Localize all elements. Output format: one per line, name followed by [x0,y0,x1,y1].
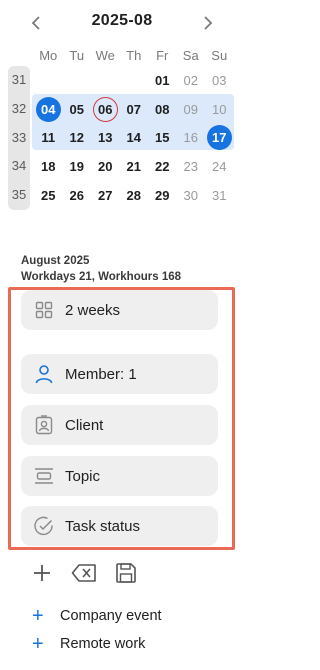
day-cell[interactable]: 23 [177,152,206,181]
week-number[interactable]: 33 [8,124,30,153]
week-row: 11 12 13 14 15 16 17 [34,124,234,153]
add-company-event-link[interactable]: + Company event [32,604,162,628]
day-cell[interactable]: 10 [205,95,234,124]
backspace-icon [71,564,96,582]
weekday-label: Tu [69,48,85,63]
member-filter[interactable]: Member: 1 [21,354,218,394]
client-filter-label: Client [65,416,104,434]
day-cell[interactable]: 09 [177,95,206,124]
day-cell[interactable]: 16 [177,124,206,153]
day-cell[interactable]: 30 [177,181,206,210]
plus-icon [34,565,50,581]
task-status-filter[interactable]: Task status [21,506,218,546]
day-cell[interactable]: 01 [148,66,177,95]
member-filter-label: Member: 1 [65,365,137,383]
task-status-filter-label: Task status [65,517,141,535]
week-row: 04 05 06 07 08 09 10 [34,95,234,124]
day-cell[interactable]: 11 [34,124,63,153]
weekday-label: We [95,48,115,63]
day-cell [34,66,63,95]
action-toolbar [29,560,155,586]
day-cell-selected-end[interactable]: 17 [205,124,234,153]
day-cell[interactable]: 21 [120,152,149,181]
day-cell[interactable]: 29 [148,181,177,210]
chevron-left-icon [31,16,40,30]
day-cell[interactable]: 18 [34,152,63,181]
day-cell[interactable]: 07 [120,95,149,124]
weekday-header: Mo Tu We Th Fr Sa Su [34,48,234,63]
summary-month: August 2025 [21,255,90,267]
day-cell[interactable]: 14 [120,124,149,153]
week-number[interactable]: 31 [8,66,30,95]
company-event-label: Company event [60,608,162,624]
calendar-header: 2025-08 [24,10,220,36]
day-cell[interactable]: 20 [91,152,120,181]
week-number[interactable]: 34 [8,152,30,181]
add-button[interactable] [29,560,55,586]
clear-button[interactable] [71,560,97,586]
period-filter[interactable]: 2 weeks [21,290,218,330]
day-cell[interactable]: 13 [91,124,120,153]
day-cell [120,66,149,95]
month-title: 2025-08 [91,12,153,29]
grid-icon [33,299,55,321]
save-button[interactable] [113,560,139,586]
topic-filter-label: Topic [65,467,101,485]
save-icon [116,563,136,583]
quick-add-links: + Company event + Remote work [32,604,162,660]
contact-card-icon [33,414,55,436]
weekday-label: Sa [182,48,199,63]
day-cell[interactable]: 08 [148,95,177,124]
day-cell[interactable]: 05 [63,95,92,124]
period-filter-label: 2 weeks [65,301,121,319]
weekday-label: Mo [39,48,58,63]
day-cell[interactable]: 19 [63,152,92,181]
week-row: 18 19 20 21 22 23 24 [34,152,234,181]
day-cell[interactable]: 28 [120,181,149,210]
week-row: 25 26 27 28 29 30 31 [34,181,234,210]
topic-icon [33,465,55,487]
day-cell[interactable]: 27 [91,181,120,210]
prev-month-button[interactable] [24,10,48,36]
week-row: 01 02 03 [34,66,234,95]
day-cell[interactable]: 03 [205,66,234,95]
day-cell[interactable]: 24 [205,152,234,181]
day-cell[interactable]: 12 [63,124,92,153]
plus-icon: + [32,605,44,627]
week-number[interactable]: 35 [8,181,30,210]
weekday-label: Fr [156,48,169,63]
week-number[interactable]: 32 [8,95,30,124]
client-filter[interactable]: Client [21,405,218,445]
week-numbers: 31 32 33 34 35 [8,66,30,210]
add-remote-work-link[interactable]: + Remote work [32,632,162,656]
calendar-grid: 01 02 03 04 05 06 07 08 09 10 11 12 13 1… [34,66,234,210]
day-cell[interactable]: 31 [205,181,234,210]
plus-icon: + [32,633,44,655]
weekday-label: Su [211,48,228,63]
day-cell[interactable]: 26 [63,181,92,210]
day-cell[interactable]: 25 [34,181,63,210]
person-icon [33,363,55,385]
day-cell [63,66,92,95]
check-circle-icon [33,515,55,537]
day-cell-selected-start[interactable]: 04 [34,95,63,124]
day-cell[interactable]: 02 [177,66,206,95]
summary-stats: Workdays 21, Workhours 168 [21,271,182,283]
day-cell-today[interactable]: 06 [91,95,120,124]
chevron-right-icon [204,16,213,30]
day-cell[interactable]: 15 [148,124,177,153]
remote-work-label: Remote work [60,636,146,652]
month-summary: August 2025 Workdays 21, Workhours 168 [21,253,181,285]
day-cell[interactable]: 22 [148,152,177,181]
day-cell [91,66,120,95]
weekday-label: Th [126,48,142,63]
next-month-button[interactable] [196,10,220,36]
topic-filter[interactable]: Topic [21,456,218,496]
